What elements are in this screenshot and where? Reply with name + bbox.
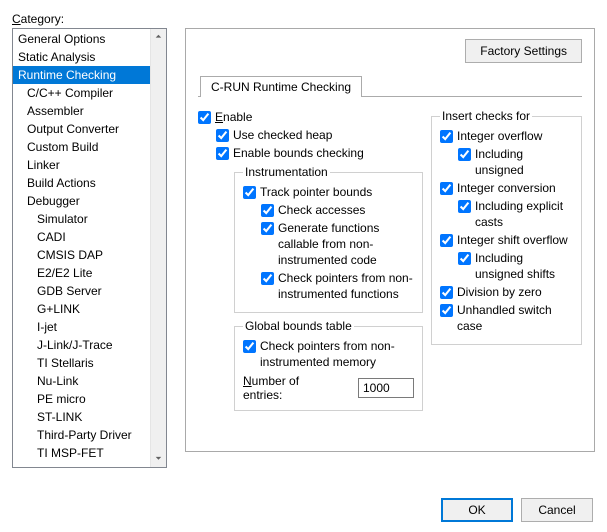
category-item[interactable]: I-jet — [13, 318, 150, 336]
category-item[interactable]: Static Analysis — [13, 48, 150, 66]
category-item[interactable]: J-Link/J-Trace — [13, 336, 150, 354]
tab-header: C-RUN Runtime Checking — [198, 75, 582, 97]
instrumentation-legend: Instrumentation — [243, 165, 330, 179]
category-item[interactable]: E2/E2 Lite — [13, 264, 150, 282]
generate-functions-checkbox[interactable]: Generate functions callable from non-ins… — [261, 220, 414, 268]
num-entries-input[interactable] — [358, 378, 414, 398]
controls-left: Enable Use checked heap Enable bounds ch… — [198, 109, 423, 417]
category-item[interactable]: CADI — [13, 228, 150, 246]
div-zero-checkbox[interactable]: Division by zero — [440, 284, 573, 300]
global-bounds-group: Global bounds table Check pointers from … — [234, 319, 423, 411]
settings-panel: Factory Settings C-RUN Runtime Checking … — [185, 28, 595, 452]
category-item[interactable]: C/C++ Compiler — [13, 84, 150, 102]
scroll-down-button[interactable]: ⏷ — [151, 451, 166, 467]
category-item[interactable]: Assembler — [13, 102, 150, 120]
category-item[interactable]: GDB Server — [13, 282, 150, 300]
category-item[interactable]: Nu-Link — [13, 372, 150, 390]
category-item[interactable]: G+LINK — [13, 300, 150, 318]
category-item[interactable]: PE micro — [13, 390, 150, 408]
int-shift-checkbox[interactable]: Integer shift overflow — [440, 232, 573, 248]
ok-button[interactable]: OK — [441, 498, 513, 522]
incl-unsigned-checkbox[interactable]: Including unsigned — [458, 146, 573, 178]
category-item[interactable]: CMSIS DAP — [13, 246, 150, 264]
incl-explicit-checkbox[interactable]: Including explicit casts — [458, 198, 573, 230]
category-item[interactable]: Linker — [13, 156, 150, 174]
check-accesses-checkbox[interactable]: Check accesses — [261, 202, 414, 218]
instrumentation-group: Instrumentation Track pointer bounds — [234, 165, 423, 313]
category-item[interactable]: Build Actions — [13, 174, 150, 192]
use-checked-heap-checkbox[interactable]: Use checked heap — [216, 127, 423, 143]
check-ptr-noninst-mem-checkbox[interactable]: Check pointers from non-instrumented mem… — [243, 338, 414, 370]
category-item[interactable]: Third-Party Driver — [13, 426, 150, 444]
dialog-buttons: OK Cancel — [441, 498, 593, 522]
category-label: Category: — [12, 12, 595, 26]
category-item[interactable]: ST-LINK — [13, 408, 150, 426]
category-item[interactable]: Custom Build — [13, 138, 150, 156]
scroll-up-button[interactable]: ⏶ — [151, 29, 166, 45]
columns: General OptionsStatic AnalysisRuntime Ch… — [12, 28, 595, 468]
int-overflow-checkbox[interactable]: Integer overflow — [440, 128, 573, 144]
right-pane: Factory Settings C-RUN Runtime Checking … — [185, 28, 595, 452]
global-bounds-legend: Global bounds table — [243, 319, 354, 333]
controls: Enable Use checked heap Enable bounds ch… — [198, 109, 582, 417]
check-ptr-noninst-funcs-checkbox[interactable]: Check pointers from non-instrumented fun… — [261, 270, 414, 302]
unhandled-switch-checkbox[interactable]: Unhandled switch case — [440, 302, 573, 334]
num-entries-row: Number of entries: — [243, 374, 414, 402]
enable-checkbox[interactable]: Enable — [198, 109, 423, 125]
category-item[interactable]: Runtime Checking — [13, 66, 150, 84]
factory-settings-button[interactable]: Factory Settings — [465, 39, 582, 63]
enable-bounds-checkbox[interactable]: Enable bounds checking — [216, 145, 423, 161]
category-item[interactable]: TI Stellaris — [13, 354, 150, 372]
controls-right: Insert checks for Integer overflow Inclu… — [431, 109, 582, 417]
category-item[interactable]: Output Converter — [13, 120, 150, 138]
category-item[interactable]: TI MSP-FET — [13, 444, 150, 462]
insert-checks-legend: Insert checks for — [440, 109, 532, 123]
num-entries-label: Number of entries: — [243, 374, 338, 402]
cancel-button[interactable]: Cancel — [521, 498, 593, 522]
category-listbox[interactable]: General OptionsStatic AnalysisRuntime Ch… — [12, 28, 167, 468]
category-item[interactable]: General Options — [13, 30, 150, 48]
listbox-scrollbar[interactable]: ⏶ ⏷ — [150, 29, 166, 467]
category-item[interactable]: Debugger — [13, 192, 150, 210]
incl-unsigned-shifts-checkbox[interactable]: Including unsigned shifts — [458, 250, 573, 282]
tab-crun[interactable]: C-RUN Runtime Checking — [200, 76, 362, 97]
int-conv-checkbox[interactable]: Integer conversion — [440, 180, 573, 196]
dialog: Category: General OptionsStatic Analysis… — [0, 0, 607, 532]
category-item[interactable]: Simulator — [13, 210, 150, 228]
insert-checks-group: Insert checks for Integer overflow Inclu… — [431, 109, 582, 345]
track-pointer-checkbox[interactable]: Track pointer bounds — [243, 184, 414, 200]
